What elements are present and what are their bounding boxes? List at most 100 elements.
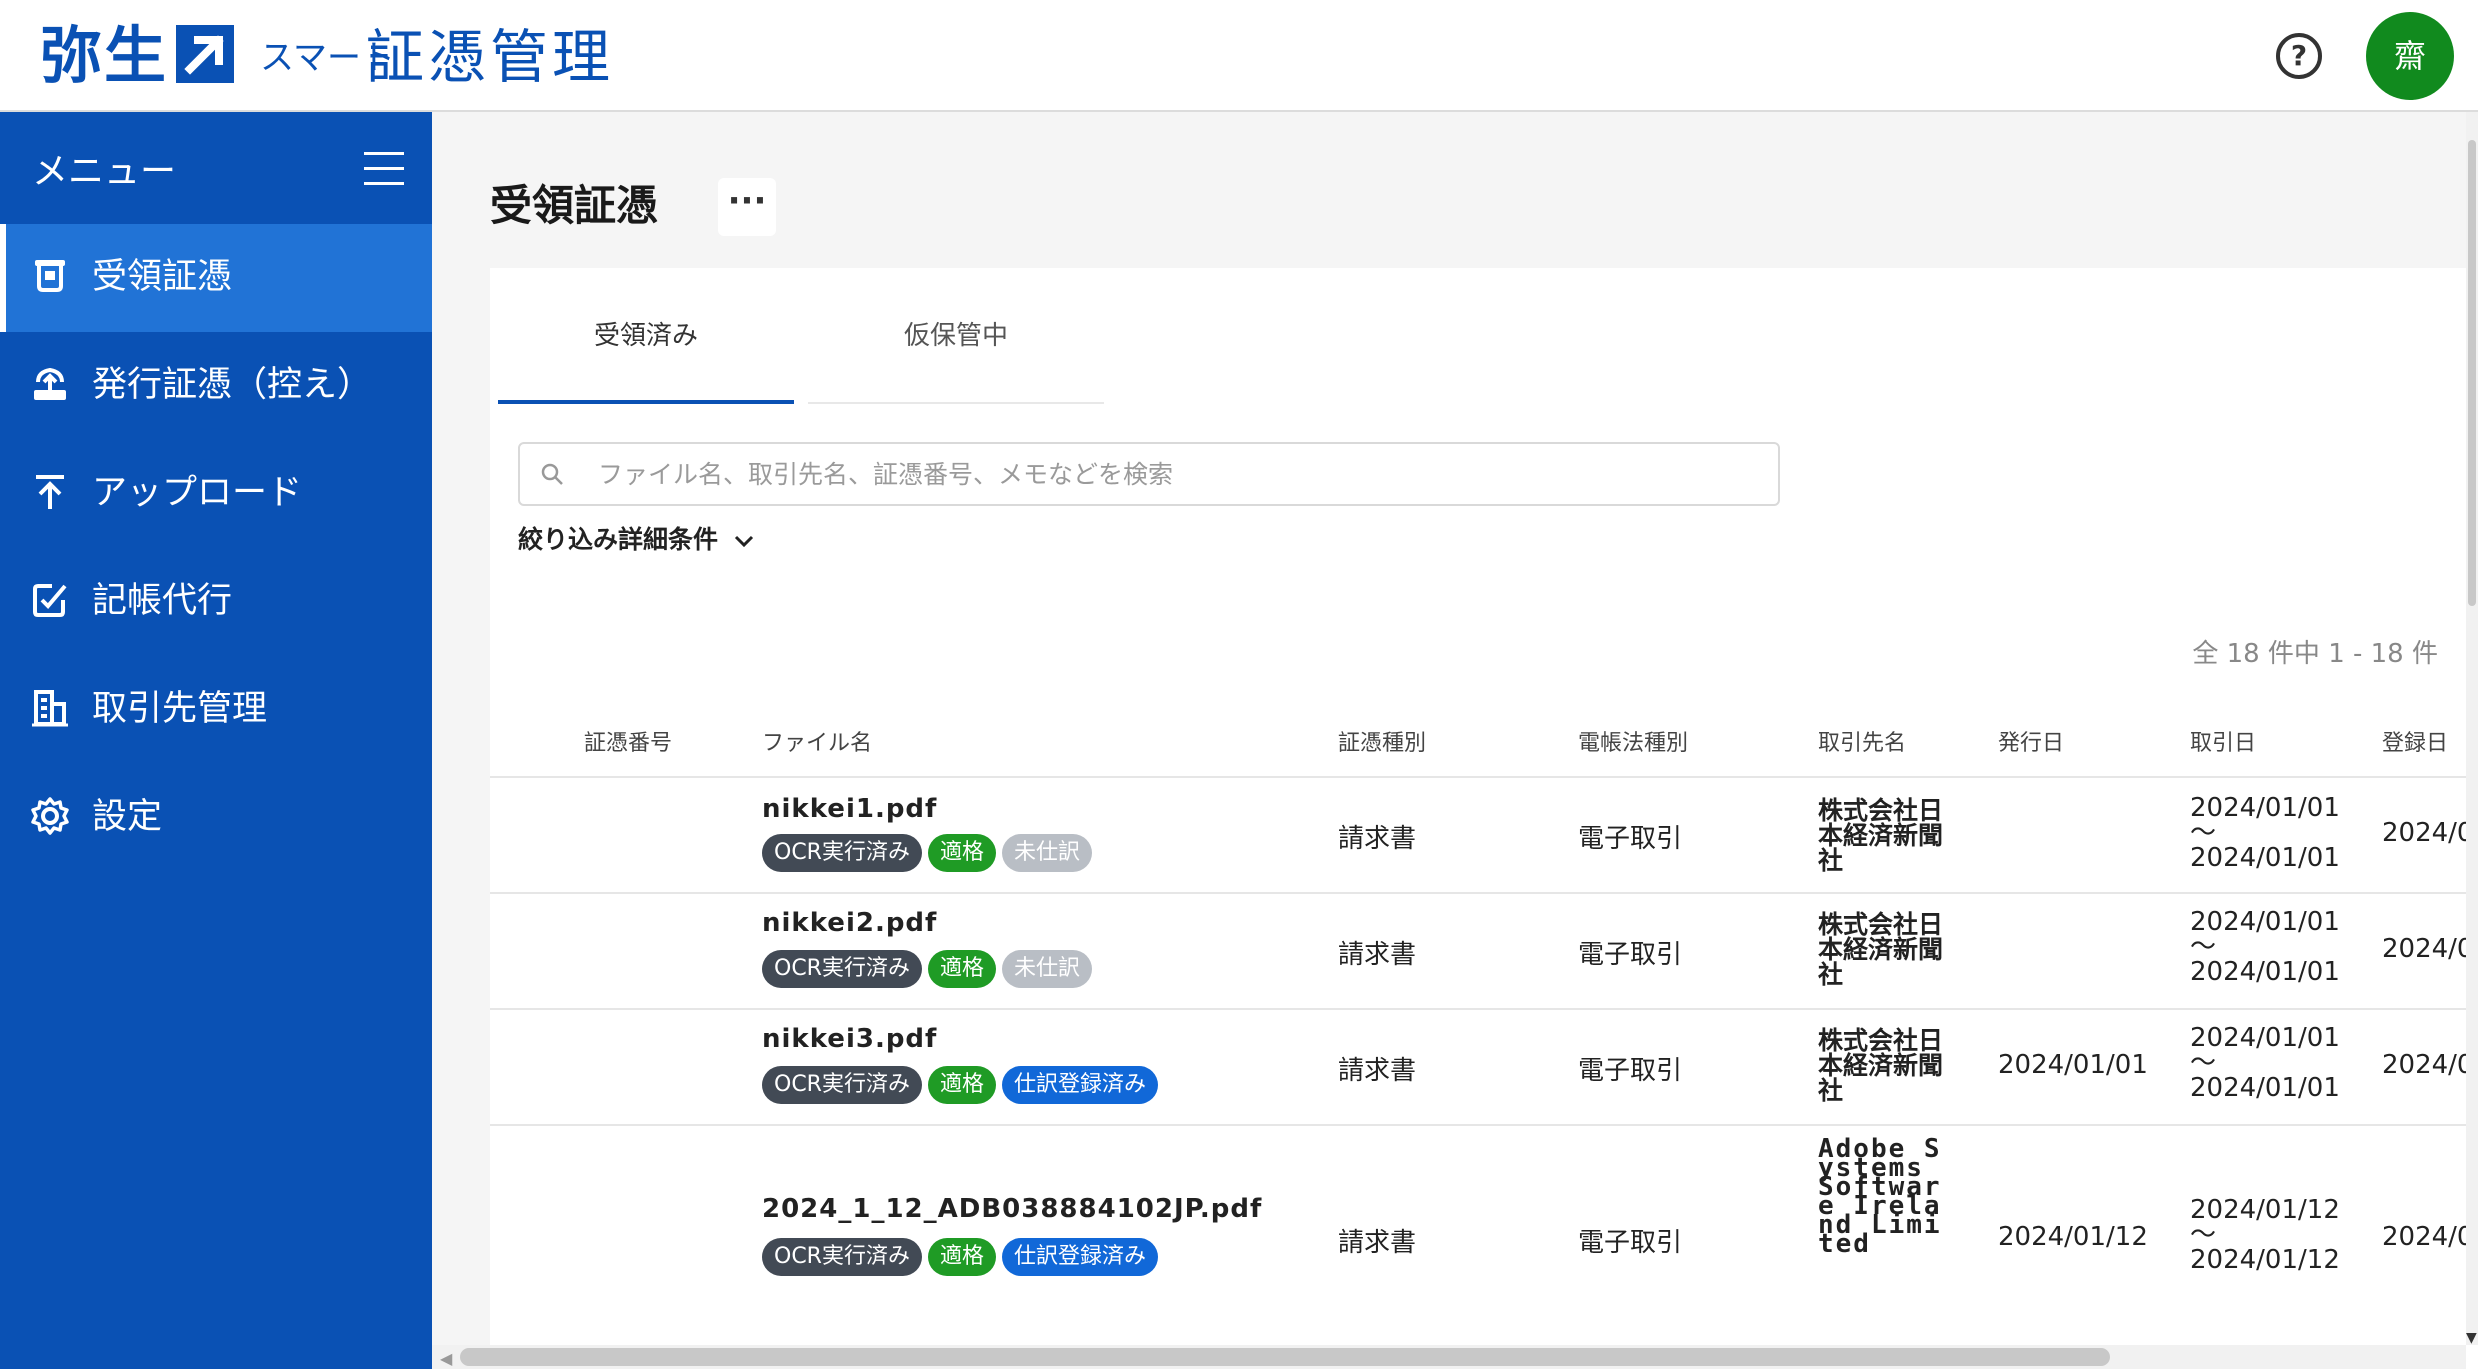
result-count: 全 18 件中 1 - 18 件	[2192, 639, 2438, 669]
gear-icon	[31, 797, 69, 835]
filter-toggle[interactable]: 絞り込み詳細条件	[518, 524, 755, 556]
table-row[interactable]: nikkei3.pdf OCR実行済み 適格 仕訳登録済み 請求書 電子取引 株式会…	[490, 1008, 2478, 1124]
partner-name: 株式会社日本経済新聞社	[1818, 796, 1944, 875]
issue-upload-icon	[34, 367, 66, 400]
badge-qualified: 適格	[927, 1066, 996, 1104]
scroll-down-icon[interactable]: ▼	[2466, 1330, 2477, 1346]
trade-date-range: 2024/01/01 ～ 2024/01/01	[2190, 1025, 2340, 1103]
column-header-partner[interactable]: 取引先名	[1818, 730, 1906, 758]
file-name-link[interactable]: 2024_1_12_ADB038884102JP.pdf	[762, 1194, 1262, 1224]
trade-date-range: 2024/01/01 ～ 2024/01/01	[2190, 795, 2340, 873]
partner-name: 株式会社日本経済新聞社	[1818, 1026, 1944, 1105]
voucher-type: 請求書	[1338, 1228, 1417, 1258]
badge-ocr: OCR実行済み	[762, 834, 922, 872]
registered-date: 2024/0	[2382, 1222, 2474, 1252]
user-avatar[interactable]: 齋	[2366, 12, 2454, 100]
trade-date-range: 2024/01/01 ～ 2024/01/01	[2190, 909, 2340, 987]
issue-date: 2024/01/12	[1998, 1222, 2148, 1252]
column-header-voucher-type[interactable]: 証憑種別	[1338, 730, 1426, 758]
law-type: 電子取引	[1578, 824, 1683, 854]
registered-date: 2024/0	[2382, 934, 2474, 964]
tab-received[interactable]: 受領済み	[498, 268, 794, 404]
page-title: 受領証憑	[490, 181, 659, 230]
scroll-left-icon[interactable]: ◀	[440, 1349, 452, 1368]
issue-date: 2024/01/01	[1998, 1050, 2148, 1080]
file-name-link[interactable]: nikkei2.pdf	[762, 908, 937, 938]
upload-icon	[36, 475, 64, 509]
status-badges: OCR実行済み 適格 未仕訳	[762, 950, 1098, 988]
search-icon	[541, 463, 563, 485]
trade-date-range: 2024/01/12 ～ 2024/01/12	[2190, 1197, 2340, 1275]
brand-arrow-icon	[176, 25, 234, 83]
law-type: 電子取引	[1578, 1056, 1683, 1086]
sidebar-item-settings[interactable]: 設定	[0, 764, 432, 872]
voucher-list-card: 受領済み 仮保管中 絞り込み詳細条件 全 18 件中 1 - 18 件 証憑番号…	[490, 268, 2478, 1369]
sidebar: メニュー 受領証憑 発行証憑（控え） アップロード 記帳代行 取引先管理 設定	[0, 112, 432, 1369]
file-name-link[interactable]: nikkei3.pdf	[762, 1024, 937, 1054]
column-header-trade-date[interactable]: 取引日	[2190, 730, 2256, 758]
status-badges: OCR実行済み 適格 仕訳登録済み	[762, 1238, 1164, 1276]
law-type: 電子取引	[1578, 1228, 1683, 1258]
column-header-file-name[interactable]: ファイル名	[762, 730, 872, 758]
menu-header: メニュー	[0, 112, 432, 224]
badge-unposted: 未仕訳	[1001, 834, 1092, 872]
sidebar-item-label: 発行証憑（控え）	[92, 365, 373, 405]
badge-ocr: OCR実行済み	[762, 1238, 922, 1276]
partner-name: 株式会社日本経済新聞社	[1818, 910, 1944, 989]
badge-ocr: OCR実行済み	[762, 950, 922, 988]
badge-registered: 仕訳登録済み	[1001, 1066, 1158, 1104]
column-header-issue-date[interactable]: 発行日	[1998, 730, 2064, 758]
brand-logo-text: 弥生	[40, 19, 169, 92]
sidebar-item-issued-vouchers[interactable]: 発行証憑（控え）	[0, 332, 432, 440]
sidebar-item-label: 受領証憑	[92, 257, 233, 297]
sidebar-item-label: 取引先管理	[92, 689, 268, 729]
registered-date: 2024/0	[2382, 818, 2474, 848]
table-row[interactable]: nikkei2.pdf OCR実行済み 適格 未仕訳 請求書 電子取引 株式会社日本…	[490, 892, 2478, 1008]
badge-registered: 仕訳登録済み	[1001, 1238, 1158, 1276]
help-icon[interactable]: ?	[2276, 33, 2322, 79]
receipt-hand-icon	[35, 260, 65, 292]
sidebar-item-label: アップロード	[92, 473, 303, 513]
table-row[interactable]: nikkei1.pdf OCR実行済み 適格 未仕訳 請求書 電子取引 株式会社日本…	[490, 776, 2478, 892]
column-header-voucher-number[interactable]: 証憑番号	[584, 730, 672, 758]
file-name-link[interactable]: nikkei1.pdf	[762, 794, 937, 824]
registered-date: 2024/0	[2382, 1050, 2474, 1080]
badge-ocr: OCR実行済み	[762, 1066, 922, 1104]
column-header-law-type[interactable]: 電帳法種別	[1578, 730, 1688, 758]
sidebar-item-bookkeeping[interactable]: 記帳代行	[0, 548, 432, 656]
badge-qualified: 適格	[927, 1238, 996, 1276]
search-input[interactable]	[598, 454, 1758, 494]
tab-temporary-storage[interactable]: 仮保管中	[808, 268, 1104, 404]
voucher-type: 請求書	[1338, 1056, 1417, 1086]
voucher-type: 請求書	[1338, 940, 1417, 970]
badge-unposted: 未仕訳	[1001, 950, 1092, 988]
voucher-type: 請求書	[1338, 824, 1417, 854]
sidebar-item-partners[interactable]: 取引先管理	[0, 656, 432, 764]
sidebar-item-label: 記帳代行	[92, 581, 233, 621]
trade-date-to: 2024/01/12	[2190, 1245, 2340, 1275]
trade-date-to: 2024/01/01	[2190, 957, 2340, 987]
filter-label: 絞り込み詳細条件	[518, 525, 719, 554]
sidebar-item-label: 設定	[92, 797, 163, 837]
building-icon	[32, 690, 68, 727]
partner-name: Adobe Systems Software Ireland Limited	[1818, 1134, 1942, 1259]
hamburger-menu-icon[interactable]	[364, 152, 404, 186]
sidebar-item-received-vouchers[interactable]: 受領証憑	[0, 224, 432, 332]
badge-qualified: 適格	[927, 834, 996, 872]
more-options-button[interactable]: ···	[718, 178, 776, 236]
table-row[interactable]: 2024_1_12_ADB038884102JP.pdf OCR実行済み 適格 仕訳…	[490, 1124, 2478, 1369]
horizontal-scrollbar-thumb[interactable]	[460, 1348, 2110, 1366]
search-box	[518, 442, 1780, 506]
menu-title: メニュー	[32, 151, 177, 192]
trade-date-to: 2024/01/01	[2190, 1073, 2340, 1103]
status-badges: OCR実行済み 適格 仕訳登録済み	[762, 1066, 1164, 1104]
sidebar-item-upload[interactable]: アップロード	[0, 440, 432, 548]
chevron-down-icon	[734, 535, 753, 548]
app-header: 弥生 スマート 証憑管理 ? 齋	[0, 0, 2478, 112]
trade-date-to: 2024/01/01	[2190, 843, 2340, 873]
law-type: 電子取引	[1578, 940, 1683, 970]
bookkeeping-edit-icon	[33, 584, 67, 617]
status-badges: OCR実行済み 適格 未仕訳	[762, 834, 1098, 872]
column-header-registered-date[interactable]: 登録日	[2382, 730, 2448, 758]
vertical-scrollbar-thumb[interactable]	[2468, 140, 2476, 606]
